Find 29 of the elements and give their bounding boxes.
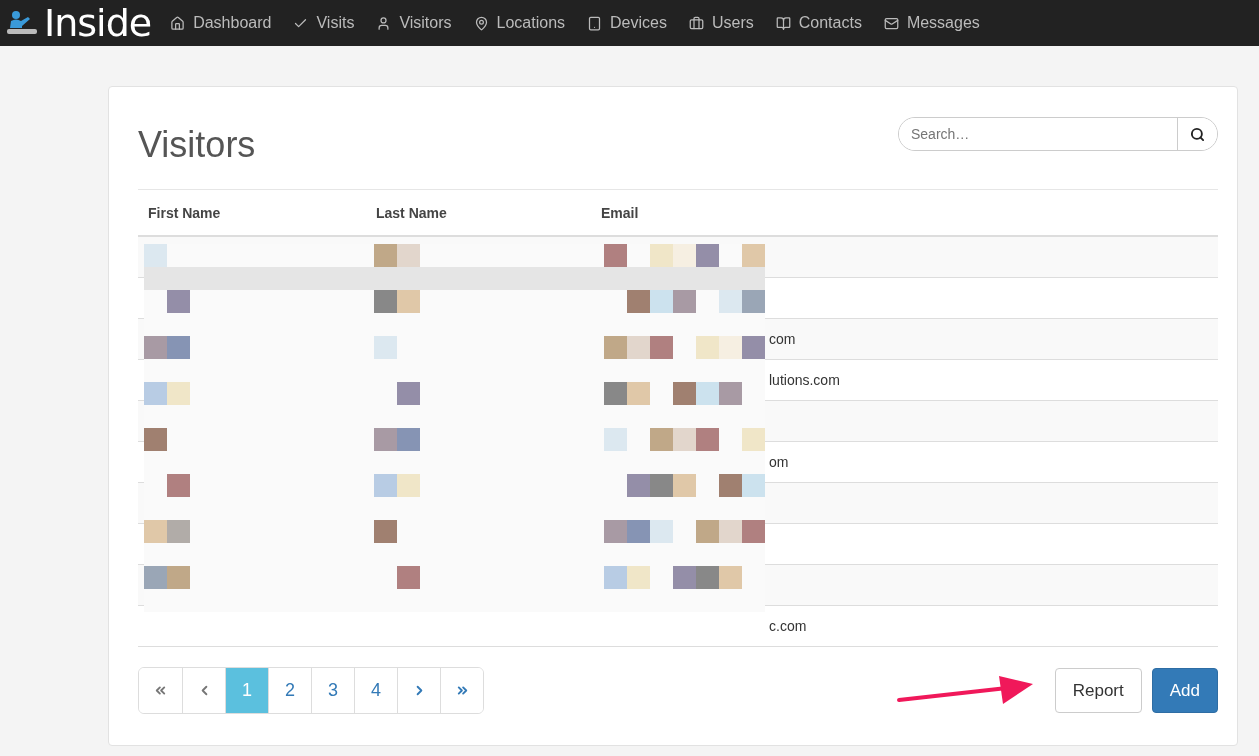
home-icon [170, 15, 186, 31]
book-icon [775, 15, 791, 31]
search-button[interactable] [1177, 118, 1217, 150]
search-field[interactable]: Search… [898, 117, 1218, 151]
briefcase-icon [688, 15, 704, 31]
brand-name: Inside [44, 1, 152, 45]
email-text: c.com [769, 618, 807, 634]
last-page-button[interactable] [440, 668, 483, 713]
logo-icon [6, 10, 38, 36]
double-chevron-icon [153, 683, 168, 698]
nav-link[interactable]: Visitors [365, 14, 463, 32]
user-icon [376, 15, 392, 31]
email-text: lutions.com [769, 372, 840, 388]
nav-link[interactable]: Locations [462, 14, 577, 32]
search-icon [1190, 126, 1205, 142]
report-button[interactable]: Report [1054, 668, 1142, 713]
nav-link[interactable]: Visits [282, 14, 366, 32]
tablet-icon [587, 15, 603, 31]
nav-link[interactable]: Dashboard [159, 14, 283, 32]
email-text: com [769, 331, 796, 347]
pin-icon [473, 15, 489, 31]
nav-link[interactable]: Users [677, 14, 765, 32]
nav-link[interactable]: Messages [872, 14, 991, 32]
nav-link[interactable]: Contacts [764, 14, 873, 32]
mail-icon [883, 15, 899, 31]
email-text: om [769, 454, 789, 470]
page-title: Visitors [138, 124, 256, 166]
add-button[interactable]: Add [1151, 668, 1218, 713]
nav-link[interactable]: Devices [576, 14, 678, 32]
